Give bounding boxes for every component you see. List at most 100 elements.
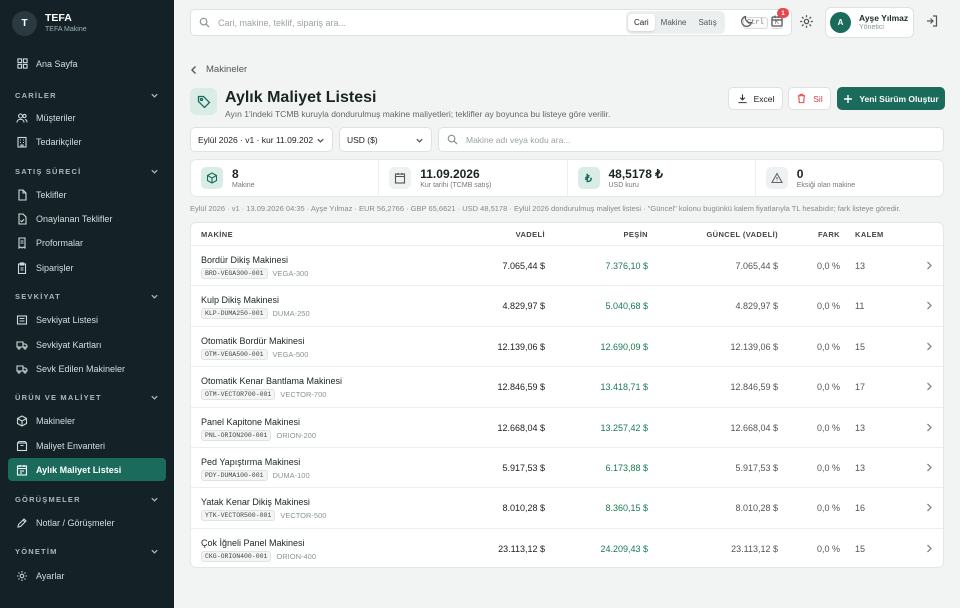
stat-value: 0 [796,166,804,181]
nav-item-sevkiyat-kartlari[interactable]: Sevkiyat Kartları [8,333,166,356]
machine-model: VEGA-300 [272,269,309,278]
nav-item-label: Proformalar [36,237,84,248]
building-icon [16,136,28,148]
machine-model: VECTOR-700 [280,390,327,400]
currency-select[interactable]: USD ($) [339,127,432,152]
nav-item-label: Tedarikçiler [36,136,82,147]
nav-item-label: Teklifler [36,189,67,200]
machine-model: ORION-200 [276,430,317,440]
guncel-value: 7.065,44 $ [735,261,778,271]
nav-item-onaylanan-teklifler[interactable]: Onaylanan Teklifler [8,207,166,230]
column-header-pesin[interactable]: PEŞİN [623,230,648,239]
nav-item-label: Ayarlar [36,570,65,581]
calendar-list-icon [16,464,28,476]
delete-button[interactable]: Sil [788,87,831,110]
nav-section-cariler[interactable]: CARİLER [15,89,159,101]
chevron-right-icon[interactable] [925,341,933,352]
nav-item-notlar[interactable]: Notlar / Görüşmeler [8,511,166,534]
table-row[interactable]: Çok İğneli Panel Makinesi CKG-ORION400-00… [191,527,943,567]
nav-item-label: Siparişler [36,262,74,273]
chevron-right-icon[interactable] [925,422,933,433]
moon-icon[interactable] [740,14,756,30]
nav-item-tedarikciler[interactable]: Tedarikçiler [8,130,166,153]
chevron-right-icon[interactable] [925,462,933,473]
table-row[interactable]: Bordür Dikiş Makinesi BRD-VEGA300-001 VEGA… [191,245,943,285]
breadcrumb-back[interactable]: Makineler [190,64,247,75]
delete-button-label: Sil [813,93,823,104]
pesin-value: 6.173,88 $ [605,463,648,473]
chevron-right-icon[interactable] [925,381,933,392]
pesin-value: 24.209,43 $ [600,543,648,554]
nav-item-sevk-edilen[interactable]: Sevk Edilen Makineler [8,357,166,380]
package-icon [16,440,28,452]
column-header-fark[interactable]: FARK [818,230,840,239]
page-subtitle: Ayın 1'indeki TCMB kuruyla dondurulmuş m… [225,109,611,119]
nav-item-ayarlar[interactable]: Ayarlar [8,564,166,587]
machine-code-group: CKG-ORION400-001 ORION-400 [201,550,316,562]
machine-search[interactable] [438,127,944,152]
nav-section-label: GÖRÜŞMELER [15,494,81,504]
nav-item-maliyet-envanteri[interactable]: Maliyet Envanteri [8,434,166,457]
fark-value: 0,0 % [816,261,840,271]
stat-usd-rate: ₺ 48,5178 ₺ USD kuru [568,160,756,196]
user-menu[interactable]: A Ayşe Yılmaz Yönetici [825,7,914,38]
column-header-kalem[interactable]: KALEM [855,230,884,239]
stat-label: Makine [232,181,255,189]
table-row[interactable]: Ped Yapıştırma Makinesi PDY-DUMA100-001 DU… [191,447,943,487]
column-header-machine[interactable]: MAKİNE [201,230,233,239]
gear-icon[interactable] [799,14,815,30]
table-row[interactable]: Yatak Kenar Dikiş Makinesi YTK-VECTOR500-… [191,487,943,527]
nav-item-siparisler[interactable]: Siparişler [8,256,166,279]
table-row[interactable]: Otomatik Kenar Bantlama Makinesi OTM-VECT… [191,366,943,406]
excel-button[interactable]: Excel [728,87,783,110]
vadeli-value: 12.846,59 $ [497,382,545,393]
chevron-right-icon[interactable] [925,543,933,554]
scope-satis[interactable]: Satış [692,14,722,31]
machine-code-group: OTM-VECTOR700-001 VECTOR-700 [201,389,327,401]
file-icon [16,188,28,201]
column-header-guncel[interactable]: GÜNCEL (VADELİ) [706,230,778,239]
nav-item-teklifler[interactable]: Teklifler [8,183,166,206]
stats-bar: 8 Makine 11.09.2026 Kur tarihi (TCMB satış… [190,159,944,197]
nav-item-sevkiyat-listesi[interactable]: Sevkiyat Listesi [8,308,166,331]
chevron-right-icon[interactable] [925,300,933,311]
user-name: Ayşe Yılmaz [859,13,909,23]
chevron-right-icon[interactable] [925,260,933,271]
new-version-button[interactable]: Yeni Sürüm Oluştur [837,87,945,110]
guncel-value: 12.139,06 $ [730,341,778,352]
stat-value: 11.09.2026 [420,166,480,181]
cost-table: MAKİNE VADELİ PEŞİN GÜNCEL (VADELİ) FARK… [190,222,944,568]
scope-makine[interactable]: Makine [655,14,693,31]
scope-cari[interactable]: Cari [628,14,655,31]
nav-item-makineler[interactable]: Makineler [8,409,166,432]
nav-section-sevkiyat[interactable]: SEVKİYAT [15,290,159,302]
nav-item-home[interactable]: Ana Sayfa [8,52,166,75]
stat-label: Eksiği olan makine [796,181,856,189]
version-select[interactable]: Eylül 2026 · v1 · kur 11.09.2026 [190,127,333,152]
nav-item-aylik-maliyet-listesi[interactable]: Aylık Maliyet Listesi [8,458,166,481]
nav-item-label: Maliyet Envanteri [36,440,106,451]
nav-section-satis[interactable]: SATIŞ SÜRECİ [15,165,159,177]
stat-missing: 0 Eksiği olan makine [756,160,943,196]
table-row[interactable]: Kulp Dikiş Makinesi KLP-DUMA250-001 DUMA-2… [191,285,943,325]
column-header-vadeli[interactable]: VADELİ [516,230,545,239]
nav-item-musteriler[interactable]: Müşteriler [8,106,166,129]
chevron-right-icon[interactable] [925,502,933,513]
kalem-value: 13 [855,261,866,271]
table-row[interactable]: Panel Kapitone Makinesi PNL-ORION200-001 O… [191,406,943,447]
vadeli-value: 12.668,04 $ [497,422,545,433]
nav-section-label: YÖNETİM [15,546,58,556]
stat-machine-count: 8 Makine [191,160,380,196]
list-meta: Eylül 2026 · v1 · 13.09.2026 04:35 · Ayş… [190,204,901,213]
vadeli-value: 23.113,12 $ [498,543,545,554]
machine-search-input[interactable] [466,134,935,145]
nav-item-proformalar[interactable]: Proformalar [8,231,166,254]
logout-icon[interactable] [925,14,941,30]
chevron-down-icon [150,393,159,402]
nav-section-gorusmeler[interactable]: GÖRÜŞMELER [15,493,159,505]
chevron-down-icon [316,136,325,145]
tag-icon [190,88,217,115]
table-row[interactable]: Otomatik Bordür Makinesi OTM-VEGA500-001 V… [191,325,943,366]
nav-section-urun-maliyet[interactable]: ÜRÜN VE MALİYET [15,391,159,403]
nav-section-yonetim[interactable]: YÖNETİM [15,545,159,557]
